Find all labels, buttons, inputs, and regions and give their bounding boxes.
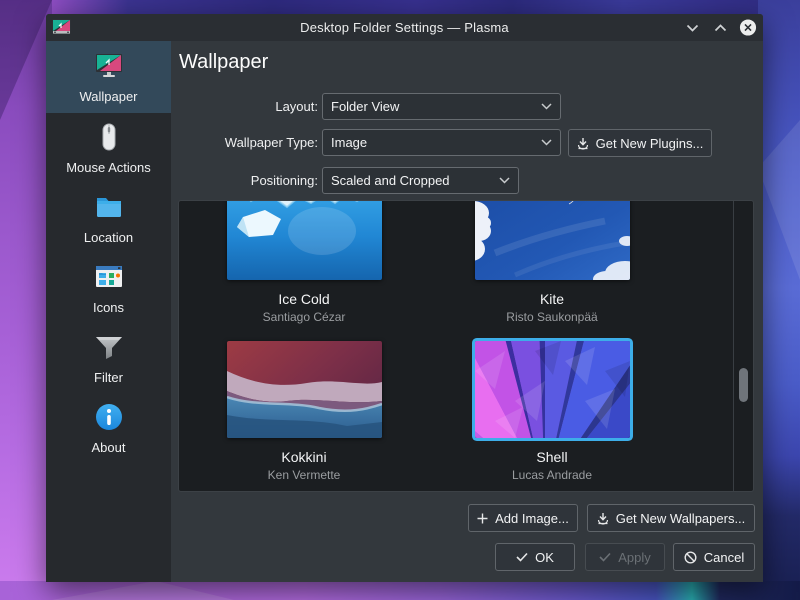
wallpaper-thumbnail xyxy=(475,341,630,438)
positioning-selected-value: Scaled and Cropped xyxy=(331,173,450,188)
positioning-label: Positioning: xyxy=(171,173,318,188)
wallpaper-settings-pane: Wallpaper Layout: Folder View Wallpaper … xyxy=(171,41,763,582)
wallpaper-name: Ice Cold xyxy=(179,291,429,307)
wallpaper-tile-kite[interactable]: Kite Risto Saukonpää xyxy=(427,200,677,324)
window-title: Desktop Folder Settings — Plasma xyxy=(46,20,763,35)
wallpaper-type-label: Wallpaper Type: xyxy=(171,135,318,150)
get-new-plugins-button[interactable]: Get New Plugins... xyxy=(568,129,712,157)
plus-icon xyxy=(477,513,488,524)
sidebar-item-about[interactable]: About xyxy=(46,393,171,463)
sidebar-item-location[interactable]: Location xyxy=(46,183,171,253)
sidebar-item-label: Icons xyxy=(93,301,124,315)
sidebar-item-label: Wallpaper xyxy=(79,90,137,104)
positioning-select[interactable]: Scaled and Cropped xyxy=(322,167,519,194)
wallpaper-tile-ice-cold[interactable]: Ice Cold Santiago Cézar xyxy=(179,200,429,324)
info-icon xyxy=(93,401,125,436)
funnel-icon xyxy=(93,331,125,366)
desktop-icons-icon xyxy=(93,261,125,296)
wallpaper-name: Kite xyxy=(427,291,677,307)
get-new-wallpapers-button[interactable]: Get New Wallpapers... xyxy=(587,504,755,532)
monitor-wallpaper-icon xyxy=(93,50,125,85)
wallpaper-grid: Ice Cold Santiago Cézar xyxy=(178,200,754,492)
apply-button[interactable]: Apply xyxy=(585,543,665,571)
sidebar: Wallpaper Mouse Actions xyxy=(46,41,171,582)
maximize-button[interactable] xyxy=(711,19,729,37)
check-icon xyxy=(599,552,611,562)
sidebar-item-filter[interactable]: Filter xyxy=(46,323,171,393)
wallpaper-thumbnail xyxy=(227,341,382,438)
layout-selected-value: Folder View xyxy=(331,99,399,114)
chevron-down-icon xyxy=(499,177,510,184)
sidebar-item-wallpaper[interactable]: Wallpaper xyxy=(46,41,171,113)
get-new-wallpapers-label: Get New Wallpapers... xyxy=(616,511,746,526)
page-title: Wallpaper xyxy=(179,51,268,74)
check-icon xyxy=(516,552,528,562)
sidebar-item-label: Location xyxy=(84,231,133,245)
wallpaper-name: Kokkini xyxy=(179,449,429,465)
wallpaper-author: Lucas Andrade xyxy=(427,468,677,482)
sidebar-item-label: Mouse Actions xyxy=(66,161,151,175)
download-icon xyxy=(597,512,609,525)
layout-select[interactable]: Folder View xyxy=(322,93,561,120)
cancel-icon xyxy=(684,551,697,564)
close-button[interactable] xyxy=(739,19,757,37)
grid-scrollbar-track[interactable] xyxy=(733,201,753,491)
minimize-button[interactable] xyxy=(683,19,701,37)
grid-scrollbar-handle[interactable] xyxy=(739,368,748,402)
wallpaper-thumbnail xyxy=(227,200,382,280)
sidebar-item-label: Filter xyxy=(94,371,123,385)
cancel-label: Cancel xyxy=(704,550,744,565)
window-app-icon[interactable] xyxy=(51,17,72,41)
chevron-down-icon xyxy=(541,103,552,110)
add-image-label: Add Image... xyxy=(495,511,569,526)
wallpaper-type-selected-value: Image xyxy=(331,135,367,150)
wallpaper-facet xyxy=(0,0,800,15)
wallpaper-facet xyxy=(758,0,800,600)
layout-label: Layout: xyxy=(171,99,318,114)
settings-window: Desktop Folder Settings — Plasma xyxy=(46,14,763,582)
wallpaper-thumbnail xyxy=(475,200,630,280)
titlebar: Desktop Folder Settings — Plasma xyxy=(46,14,763,41)
folder-icon xyxy=(93,191,125,226)
wallpaper-tile-shell[interactable]: Shell Lucas Andrade xyxy=(427,341,677,482)
ok-label: OK xyxy=(535,550,554,565)
sidebar-item-label: About xyxy=(92,441,126,455)
wallpaper-tile-kokkini[interactable]: Kokkini Ken Vermette xyxy=(179,341,429,482)
wallpaper-author: Risto Saukonpää xyxy=(427,310,677,324)
wallpaper-author: Santiago Cézar xyxy=(179,310,429,324)
sidebar-item-mouse-actions[interactable]: Mouse Actions xyxy=(46,113,171,183)
ok-button[interactable]: OK xyxy=(495,543,575,571)
get-new-plugins-label: Get New Plugins... xyxy=(596,136,704,151)
add-image-button[interactable]: Add Image... xyxy=(468,504,578,532)
sidebar-item-icons[interactable]: Icons xyxy=(46,253,171,323)
apply-label: Apply xyxy=(618,550,651,565)
wallpaper-author: Ken Vermette xyxy=(179,468,429,482)
mouse-icon xyxy=(93,121,125,156)
cancel-button[interactable]: Cancel xyxy=(673,543,755,571)
wallpaper-type-select[interactable]: Image xyxy=(322,129,561,156)
chevron-down-icon xyxy=(541,139,552,146)
wallpaper-name: Shell xyxy=(427,449,677,465)
download-icon xyxy=(577,137,589,150)
